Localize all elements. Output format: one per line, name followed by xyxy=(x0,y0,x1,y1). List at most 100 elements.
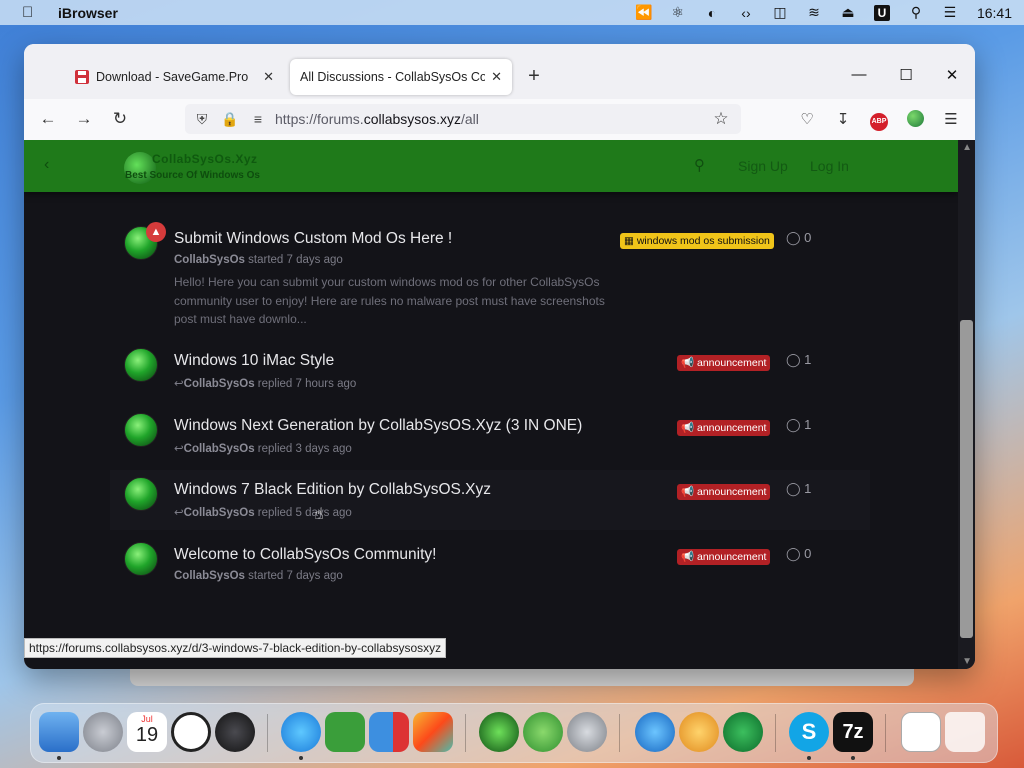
avatar[interactable] xyxy=(124,542,158,576)
clock-pie-icon[interactable]: ◐ xyxy=(695,5,729,21)
save-icon xyxy=(75,70,89,84)
tag-announcement[interactable]: 📢 announcement xyxy=(677,549,771,565)
eject-icon[interactable]: ⏏ xyxy=(831,4,865,21)
forward-arrow-icon[interactable]: → xyxy=(72,109,96,129)
code-icon[interactable]: ‹› xyxy=(729,5,763,21)
discussion-meta: CollabSysOs started 7 days ago xyxy=(174,254,343,266)
maximize-icon[interactable]: ☐ xyxy=(894,66,918,84)
discussion-title[interactable]: Windows Next Generation by CollabSysOS.X… xyxy=(174,417,582,435)
display-icon[interactable]: ◫ xyxy=(763,4,797,21)
tag-announcement[interactable]: 📢 announcement xyxy=(677,484,771,500)
bookmark-star-icon[interactable]: ☆ xyxy=(709,109,733,129)
avatar[interactable] xyxy=(124,413,158,447)
avatar[interactable] xyxy=(124,348,158,382)
reload-icon[interactable]: ↻ xyxy=(108,109,132,129)
apple-logo-icon[interactable] xyxy=(215,712,255,752)
search-icon[interactable]: ⚲ xyxy=(694,156,705,174)
close-tab-icon[interactable]: ✕ xyxy=(491,69,502,85)
dollar-icon[interactable]: ⚛ xyxy=(661,4,695,21)
finder-icon[interactable] xyxy=(39,712,79,752)
collabsysos-icon[interactable] xyxy=(479,712,519,752)
control-center-icon[interactable]: ☰ xyxy=(933,4,967,21)
avatar[interactable] xyxy=(124,477,158,511)
tag-windows-mod-os-submission[interactable]: ▦ windows mod os submission xyxy=(620,233,774,249)
menu-hamburger-icon[interactable]: ☰ xyxy=(940,110,962,130)
discussion-meta: ↩CollabSysOs replied 7 hours ago xyxy=(174,378,357,390)
lock-icon[interactable]: 🔒 xyxy=(219,111,241,128)
scroll-down-icon[interactable]: ▼ xyxy=(962,656,972,667)
tag-announcement[interactable]: 📢 announcement xyxy=(677,355,771,371)
u-app-icon[interactable]: U xyxy=(865,4,899,21)
discussion-author[interactable]: CollabSysOs xyxy=(184,443,255,455)
download-manager-icon[interactable] xyxy=(679,712,719,752)
apple-menu-icon[interactable]:  xyxy=(22,4,40,21)
discussion-author[interactable]: CollabSysOs xyxy=(184,378,255,390)
spotlight-search-icon[interactable]: ⚲ xyxy=(899,4,933,21)
tools-icon[interactable] xyxy=(567,712,607,752)
trash-icon[interactable] xyxy=(945,712,985,752)
discussion-title[interactable]: Windows 10 iMac Style xyxy=(174,352,334,370)
log-in-link[interactable]: Log In xyxy=(810,158,849,174)
eject-circle-icon[interactable]: ⏪ xyxy=(627,4,661,21)
sign-up-link[interactable]: Sign Up xyxy=(738,158,788,174)
photos-icon[interactable] xyxy=(413,712,453,752)
pocket-icon[interactable]: ♡ xyxy=(796,110,818,130)
scroll-thumb[interactable] xyxy=(960,320,973,638)
tab-bar: Download - SaveGame.Pro ✕ All Discussion… xyxy=(24,44,975,99)
windows-icon[interactable] xyxy=(369,712,409,752)
tab-all-discussions[interactable]: All Discussions - CollabSysOs Comm ✕ xyxy=(290,59,512,95)
discussion-excerpt[interactable]: Hello! Here you can submit your custom w… xyxy=(174,273,614,329)
menu-clock[interactable]: 16:41 xyxy=(977,5,1012,21)
status-icons: ⏪ ⚛ ◐ ‹› ◫ ≋ ⏏ U ⚲ ☰ 16:41 xyxy=(627,4,1012,21)
minimize-icon[interactable]: — xyxy=(847,66,871,83)
discussion-author[interactable]: CollabSysOs xyxy=(174,254,245,266)
globe-icon[interactable] xyxy=(635,712,675,752)
app-name[interactable]: iBrowser xyxy=(58,5,118,21)
discussion-item[interactable]: Welcome to CollabSysOs Community! Collab… xyxy=(110,542,870,592)
discussion-item[interactable]: Windows 7 Black Edition by CollabSysOS.X… xyxy=(110,470,870,530)
site-logo-title[interactable]: CollabSysOs.Xyz xyxy=(152,152,258,166)
discussion-item[interactable]: Windows 10 iMac Style ↩CollabSysOs repli… xyxy=(110,348,870,398)
new-tab-icon[interactable]: + xyxy=(522,65,546,88)
scroll-up-icon[interactable]: ▲ xyxy=(962,142,972,153)
running-indicator xyxy=(851,756,855,760)
extension-globe-icon[interactable] xyxy=(904,110,926,130)
close-window-icon[interactable]: ✕ xyxy=(940,66,964,84)
discussion-title[interactable]: Welcome to CollabSysOs Community! xyxy=(174,546,436,564)
tab-savegame[interactable]: Download - SaveGame.Pro ✕ xyxy=(64,55,284,99)
wifi-off-icon[interactable]: ≋ xyxy=(797,4,831,21)
discussion-author[interactable]: CollabSysOs xyxy=(184,507,255,519)
shield-icon[interactable]: ⛨ xyxy=(191,111,213,128)
close-tab-icon[interactable]: ✕ xyxy=(263,69,274,85)
launchpad-rocket-icon[interactable] xyxy=(83,712,123,752)
link-chain-icon[interactable] xyxy=(523,712,563,752)
url-text[interactable]: https://forums.collabsysos.xyz/all xyxy=(275,111,709,127)
reply-count: ◯ 1 xyxy=(786,352,812,367)
page-content: ‹ CollabSysOs.Xyz Best Source Of Windows… xyxy=(24,140,975,669)
clock-icon[interactable] xyxy=(171,712,211,752)
discussion-author[interactable]: CollabSysOs xyxy=(174,570,245,582)
dock: Jul 19 S 7z xyxy=(30,703,998,763)
browser-window: Download - SaveGame.Pro ✕ All Discussion… xyxy=(24,44,975,669)
document-icon[interactable] xyxy=(901,712,941,752)
discussion-meta: ↩CollabSysOs replied 3 days ago xyxy=(174,443,352,455)
download-icon[interactable]: ↧ xyxy=(832,110,854,130)
discussion-item[interactable]: Windows Next Generation by CollabSysOS.X… xyxy=(110,413,870,463)
community-icon[interactable] xyxy=(723,712,763,752)
calendar-icon[interactable]: Jul 19 xyxy=(127,712,167,752)
discussion-item[interactable]: ▲ Submit Windows Custom Mod Os Here ! Co… xyxy=(110,222,870,336)
running-indicator xyxy=(807,756,811,760)
adblock-icon[interactable]: ABP xyxy=(868,110,890,131)
7zip-icon[interactable]: 7z xyxy=(833,712,873,752)
utorrent-icon[interactable] xyxy=(325,712,365,752)
url-bar[interactable]: ⛨ 🔒 ≡ https://forums.collabsysos.xyz/all… xyxy=(185,104,741,134)
back-arrow-icon[interactable]: ← xyxy=(36,109,60,129)
permissions-icon[interactable]: ≡ xyxy=(247,111,269,127)
scrollbar[interactable]: ▲ ▼ xyxy=(958,140,975,669)
discussion-title[interactable]: Submit Windows Custom Mod Os Here ! xyxy=(174,230,452,248)
discussion-title[interactable]: Windows 7 Black Edition by CollabSysOS.X… xyxy=(174,481,491,499)
skype-icon[interactable]: S xyxy=(789,712,829,752)
safari-compass-icon[interactable] xyxy=(281,712,321,752)
back-chevron-icon[interactable]: ‹ xyxy=(44,156,49,174)
tag-announcement[interactable]: 📢 announcement xyxy=(677,420,771,436)
